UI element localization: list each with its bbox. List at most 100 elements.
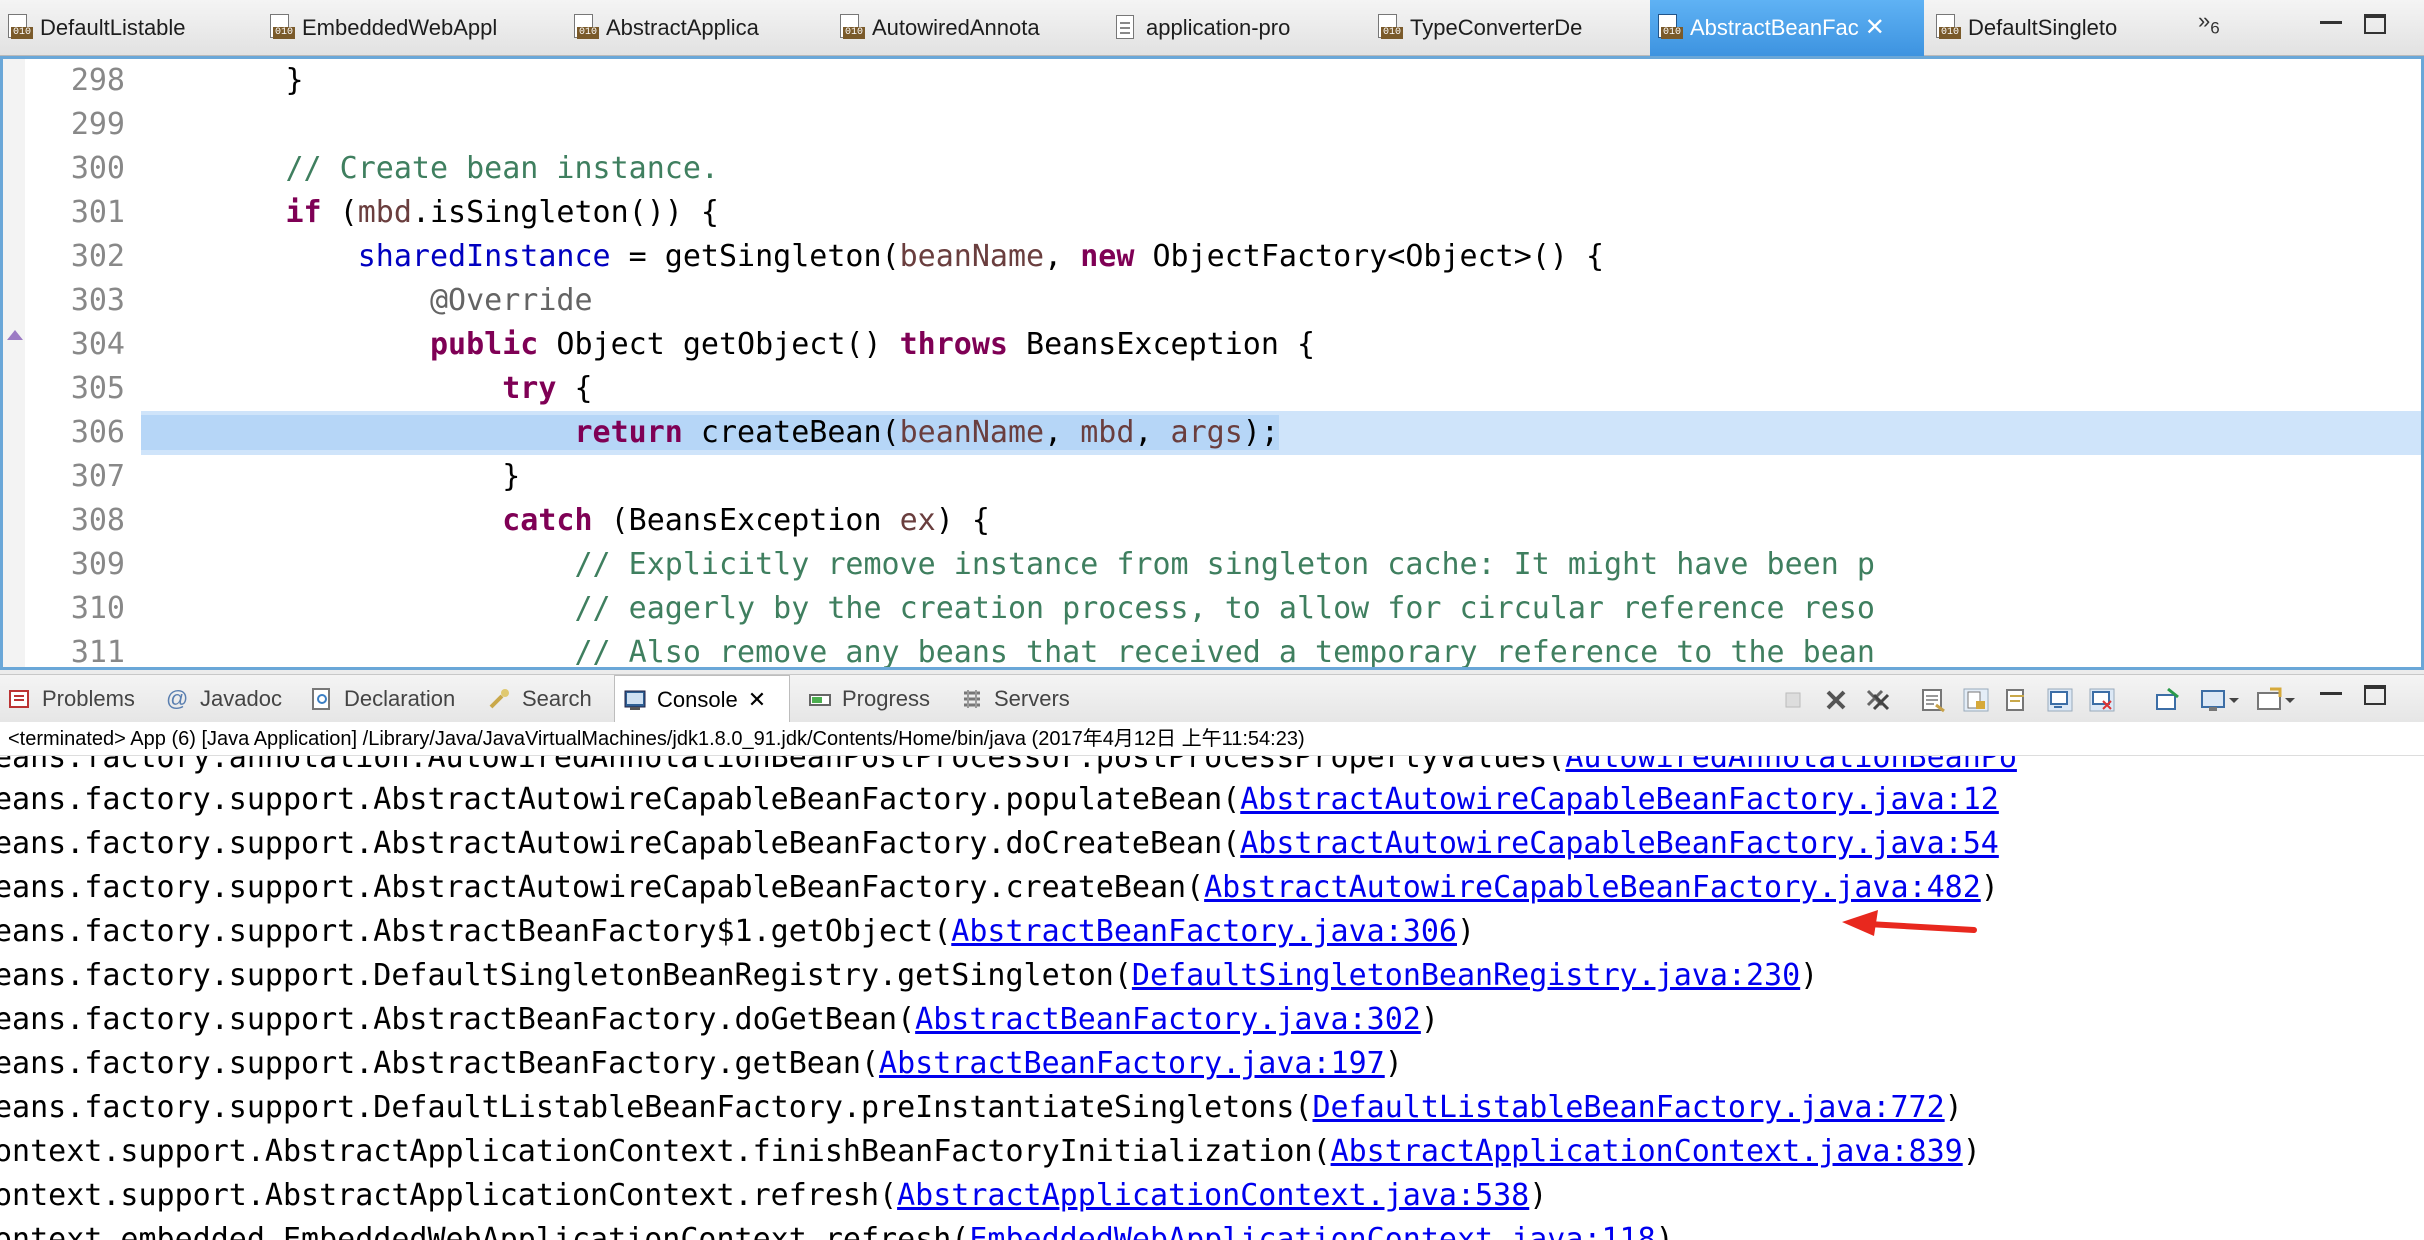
code-line[interactable]: }: [141, 59, 2421, 103]
tab-label: Console: [657, 686, 738, 712]
code-line[interactable]: catch (BeansException ex) {: [141, 499, 2421, 543]
console-line: eans.factory.support.AbstractBeanFactory…: [0, 914, 1476, 949]
console-line: eans.factory.support.AbstractAutowireCap…: [0, 870, 1999, 905]
editor-tab-bar: 010 DefaultListable 010 EmbeddedWebAppl …: [0, 0, 2424, 56]
line-number: 301: [70, 195, 125, 230]
override-marker-icon[interactable]: [7, 330, 23, 340]
editor-tab-autowiredannota[interactable]: 010 AutowiredAnnota: [832, 0, 1102, 56]
console-icon: [623, 688, 647, 712]
class-file-icon: 010: [1376, 13, 1404, 43]
class-file-icon: 010: [838, 13, 866, 43]
code-line[interactable]: // eagerly by the creation process, to a…: [141, 587, 2421, 631]
line-number: 304: [70, 327, 125, 362]
console-line: eans.factory.annotation.AutowiredAnnotat…: [0, 756, 2017, 780]
code-line[interactable]: if (mbd.isSingleton()) {: [141, 191, 2421, 235]
tab-console[interactable]: Console ✕: [614, 675, 790, 723]
line-number: 299: [70, 107, 125, 142]
stack-trace-link[interactable]: AbstractBeanFactory.java:197: [879, 1046, 1385, 1081]
class-file-icon: 010: [6, 13, 34, 43]
remove-launch-icon[interactable]: [1822, 687, 1850, 713]
stack-trace-link[interactable]: AbstractAutowireCapableBeanFactory.java:…: [1240, 782, 1999, 817]
stack-trace-link[interactable]: AutowiredAnnotationBeanPo: [1565, 756, 2017, 775]
stack-trace-link[interactable]: AbstractAutowireCapableBeanFactory.java:…: [1204, 870, 1981, 905]
tab-problems[interactable]: Problems: [8, 675, 135, 723]
code-line[interactable]: // Create bean instance.: [141, 147, 2421, 191]
editor-tab-abstractbeanfac[interactable]: 010 AbstractBeanFac ✕: [1650, 0, 1924, 56]
open-console-icon[interactable]: [2256, 687, 2296, 713]
line-number: 300: [70, 151, 125, 186]
stack-trace-link[interactable]: AbstractApplicationContext.java:839: [1331, 1134, 1963, 1169]
console-output[interactable]: eans.factory.annotation.AutowiredAnnotat…: [0, 756, 2424, 1240]
stack-trace-link[interactable]: AbstractBeanFactory.java:302: [915, 1002, 1421, 1037]
overflow-tabs-button[interactable]: »6: [2198, 8, 2220, 38]
line-number: 298: [70, 63, 125, 98]
overflow-count: 6: [2210, 18, 2220, 38]
close-icon[interactable]: ✕: [748, 687, 766, 712]
console-line: eans.factory.support.DefaultListableBean…: [0, 1090, 1963, 1125]
close-icon[interactable]: ✕: [1865, 16, 1885, 40]
editor-tab-application-pro[interactable]: application-pro: [1106, 0, 1368, 56]
stack-trace-link[interactable]: AbstractApplicationContext.java:538: [897, 1178, 1529, 1213]
terminate-icon[interactable]: [1780, 687, 1808, 713]
class-file-icon: 010: [268, 13, 296, 43]
line-number: 309: [70, 547, 125, 582]
maximize-view-icon[interactable]: [2364, 685, 2386, 705]
editor-tab-label: DefaultSingleto: [1968, 15, 2118, 40]
code-line[interactable]: public Object getObject() throws BeansEx…: [141, 323, 2421, 367]
problems-icon: [8, 687, 32, 711]
editor-tab-label: AutowiredAnnota: [872, 15, 1040, 40]
code-line[interactable]: [141, 103, 2421, 147]
tab-label: Progress: [842, 686, 931, 711]
tab-declaration[interactable]: Declaration: [310, 675, 455, 723]
line-number: 302: [70, 239, 125, 274]
stack-trace-link[interactable]: AbstractBeanFactory.java:306: [951, 914, 1457, 949]
minimize-icon[interactable]: [2320, 14, 2342, 24]
clear-console-icon[interactable]: [1920, 687, 1948, 713]
stack-trace-link[interactable]: EmbeddedWebApplicationContext.java:118: [969, 1222, 1655, 1240]
code-line[interactable]: sharedInstance = getSingleton(beanName, …: [141, 235, 2421, 279]
stack-trace-link[interactable]: DefaultSingletonBeanRegistry.java:230: [1132, 958, 1800, 993]
line-number: 307: [70, 459, 125, 494]
progress-icon: [808, 687, 832, 711]
remove-all-terminated-icon[interactable]: [1864, 687, 1892, 713]
console-line: eans.factory.support.AbstractAutowireCap…: [0, 782, 1999, 817]
editor-tab-label: TypeConverterDe: [1410, 15, 1583, 40]
editor-tab-embeddedwebappl[interactable]: 010 EmbeddedWebAppl: [262, 0, 562, 56]
tab-servers[interactable]: Servers: [960, 675, 1070, 723]
red-arrow-annotation: [1842, 910, 1977, 936]
servers-icon: [960, 687, 984, 711]
code-line[interactable]: @Override: [141, 279, 2421, 323]
tab-search[interactable]: Search: [488, 675, 592, 723]
code-line[interactable]: // Explicitly remove instance from singl…: [141, 543, 2421, 587]
console-line: ontext.embedded.EmbeddedWebApplicationCo…: [0, 1218, 1674, 1240]
code-editor[interactable]: 298 299 300 301 302 303 304 305 306 307 …: [0, 56, 2424, 670]
line-number: 306: [70, 415, 125, 450]
console-line: ontext.support.AbstractApplicationContex…: [0, 1178, 1548, 1213]
line-number: 305: [70, 371, 125, 406]
maximize-icon[interactable]: [2364, 14, 2386, 34]
code-line-highlighted[interactable]: return createBean(beanName, mbd, args);: [141, 411, 2421, 455]
editor-tab-typeconverterde[interactable]: 010 TypeConverterDe: [1370, 0, 1646, 56]
editor-tab-defaultsingleto[interactable]: 010 DefaultSingleto: [1928, 0, 2188, 56]
tab-label: Servers: [994, 686, 1070, 711]
line-number: 303: [70, 283, 125, 318]
editor-tab-abstractapplica[interactable]: 010 AbstractApplica: [566, 0, 828, 56]
tab-progress[interactable]: Progress: [808, 675, 930, 723]
display-selected-console-icon[interactable]: [2200, 687, 2240, 713]
stack-trace-link[interactable]: AbstractAutowireCapableBeanFactory.java:…: [1240, 826, 1999, 861]
javadoc-icon: @: [166, 686, 189, 711]
code-line[interactable]: }: [141, 455, 2421, 499]
code-line[interactable]: // Also remove any beans that received a…: [141, 631, 2421, 667]
tab-javadoc[interactable]: @ Javadoc: [166, 675, 282, 723]
code-line[interactable]: try {: [141, 367, 2421, 411]
minimize-view-icon[interactable]: [2320, 685, 2342, 695]
pin-console-icon[interactable]: [2154, 687, 2182, 713]
line-number: 308: [70, 503, 125, 538]
stack-trace-link[interactable]: DefaultListableBeanFactory.java:772: [1313, 1090, 1945, 1125]
show-console-on-stderr-icon[interactable]: [2088, 687, 2116, 713]
word-wrap-icon[interactable]: [2004, 687, 2032, 713]
editor-tab-defaultlistable[interactable]: 010 DefaultListable: [0, 0, 258, 56]
scroll-lock-icon[interactable]: [1962, 687, 1990, 713]
show-console-on-stdout-icon[interactable]: [2046, 687, 2074, 713]
console-status-line: <terminated> App (6) [Java Application] …: [0, 722, 2424, 756]
